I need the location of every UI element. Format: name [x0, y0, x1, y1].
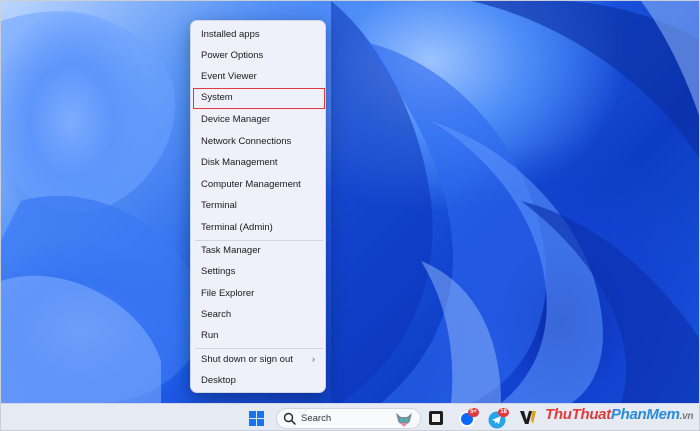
menu-item-label: Search: [201, 309, 232, 320]
menu-item-label: Network Connections: [201, 136, 292, 147]
menu-item-label: Task Manager: [201, 245, 261, 256]
menu-item-label: Terminal: [201, 200, 237, 211]
menu-item-label: Terminal (Admin): [201, 222, 273, 233]
menu-item-network-connections[interactable]: Network Connections: [193, 131, 325, 152]
menu-item-device-manager[interactable]: Device Manager: [193, 109, 325, 130]
menu-item-label: Disk Management: [201, 157, 278, 168]
zalo-badge: 5+: [468, 408, 479, 417]
menu-item-label: Power Options: [201, 50, 264, 61]
menu-item-label: Event Viewer: [201, 71, 257, 82]
windows-start-icon[interactable]: [249, 411, 265, 427]
menu-item-label: Desktop: [201, 375, 236, 386]
app-icon[interactable]: [429, 411, 443, 425]
watermark-logo: ThuThuatPhanMem.vn: [545, 406, 694, 423]
winx-context-menu: Installed apps Power Options Event Viewe…: [190, 20, 326, 393]
menu-item-run[interactable]: Run: [193, 325, 325, 346]
menu-item-desktop[interactable]: Desktop: [193, 370, 325, 391]
menu-item-settings[interactable]: Settings: [193, 261, 325, 282]
menu-item-label: Device Manager: [201, 114, 271, 125]
bing-mascot-icon: [396, 413, 412, 427]
menu-item-label: Installed apps: [201, 29, 260, 40]
menu-item-terminal[interactable]: Terminal: [193, 195, 325, 216]
menu-item-computer-management[interactable]: Computer Management: [193, 174, 325, 195]
taskbar-search-box[interactable]: Search: [276, 408, 421, 429]
search-icon: [283, 412, 296, 425]
menu-item-system[interactable]: System: [193, 88, 325, 109]
search-placeholder: Search: [301, 413, 332, 424]
menu-item-file-explorer[interactable]: File Explorer: [193, 283, 325, 304]
menu-item-label: File Explorer: [201, 288, 255, 299]
menu-item-installed-apps[interactable]: Installed apps: [193, 24, 325, 45]
menu-item-search[interactable]: Search: [193, 304, 325, 325]
screen: Installed apps Power Options Event Viewe…: [0, 0, 700, 431]
menu-item-disk-management[interactable]: Disk Management: [193, 152, 325, 173]
menu-item-label: Settings: [201, 266, 236, 277]
bloom-wallpaper-art: [1, 1, 699, 403]
menu-item-terminal-admin[interactable]: Terminal (Admin): [193, 217, 325, 238]
menu-item-label: System: [201, 92, 233, 103]
menu-item-shut-down-or-sign-out[interactable]: Shut down or sign out ›: [193, 349, 325, 370]
menu-item-power-options[interactable]: Power Options: [193, 45, 325, 66]
menu-item-label: Shut down or sign out: [201, 354, 293, 365]
menu-item-task-manager[interactable]: Task Manager: [193, 240, 325, 261]
menu-item-label: Run: [201, 330, 219, 341]
menu-item-label: Computer Management: [201, 179, 301, 190]
zalo-icon[interactable]: 5+: [459, 408, 479, 428]
chevron-right-icon: ›: [312, 354, 315, 364]
menu-item-event-viewer[interactable]: Event Viewer: [193, 66, 325, 87]
telegram-badge: 18: [498, 408, 509, 417]
w-app-icon[interactable]: [519, 409, 538, 428]
desktop-wallpaper[interactable]: [1, 1, 699, 403]
telegram-icon[interactable]: 18: [488, 408, 509, 429]
w-logo-icon: [520, 411, 536, 424]
